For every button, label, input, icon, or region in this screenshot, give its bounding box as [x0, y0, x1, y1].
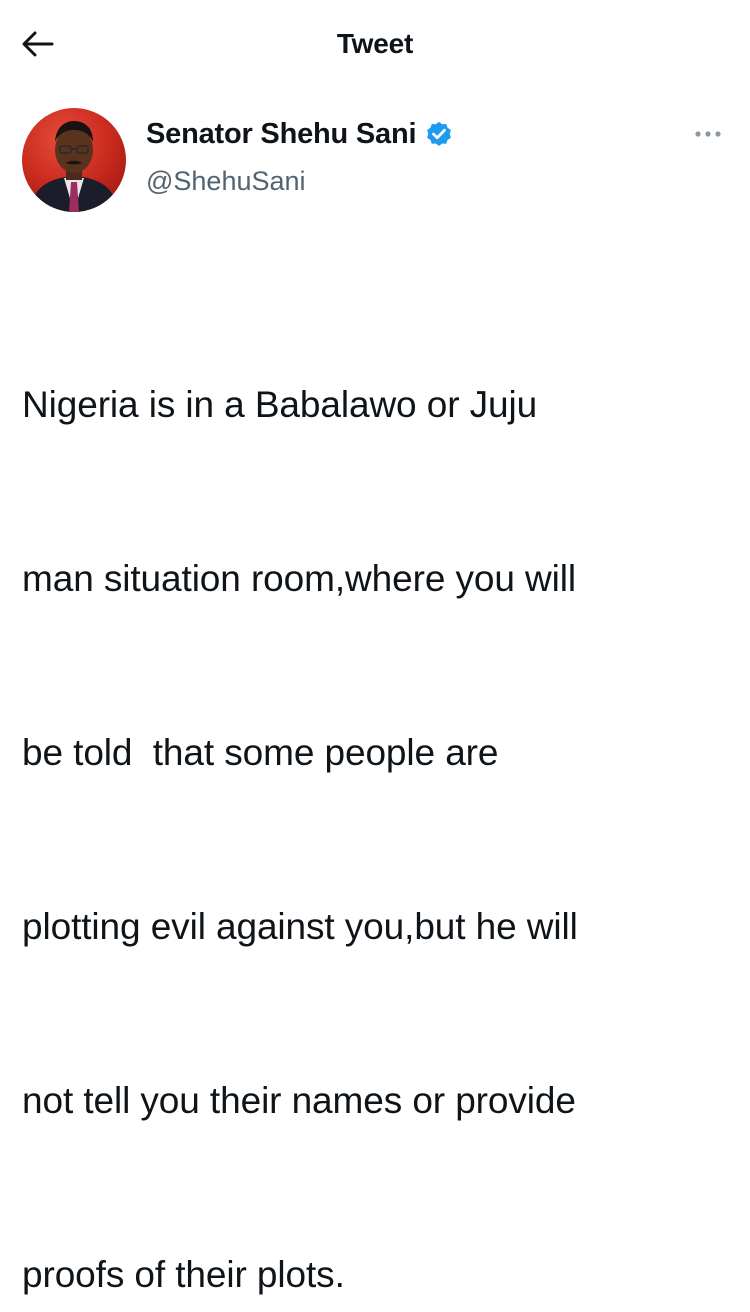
tweet-text: Nigeria is in a Babalawo or Juju man sit… [22, 260, 732, 1312]
verified-badge-icon [427, 121, 452, 146]
tweet-author: Senator Shehu Sani @ShehuSani [22, 108, 728, 218]
tweet-line: be told that some people are [22, 732, 499, 773]
author-handle[interactable]: @ShehuSani [146, 166, 306, 197]
tweet-line: proofs of their plots. [22, 1254, 345, 1295]
top-bar: Tweet [0, 0, 750, 86]
tweet-line: plotting evil against you,but he will [22, 906, 578, 947]
tweet-line: not tell you their names or provide [22, 1080, 576, 1121]
tweet-line: man situation room,where you will [22, 558, 576, 599]
more-options-icon [695, 131, 721, 137]
avatar-portrait [30, 121, 118, 212]
more-options-button[interactable] [688, 124, 728, 144]
avatar[interactable] [22, 108, 126, 212]
tweet-line: Nigeria is in a Babalawo or Juju [22, 384, 538, 425]
page-title: Tweet [336, 28, 414, 59]
name-row: Senator Shehu Sani [146, 118, 454, 151]
author-name[interactable]: Senator Shehu Sani [146, 118, 417, 151]
